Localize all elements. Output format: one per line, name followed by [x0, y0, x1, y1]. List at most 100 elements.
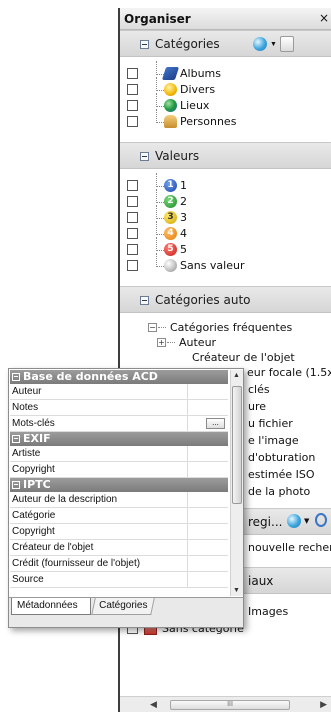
- auto-tree-label: de la photo: [248, 485, 311, 498]
- auto-categories-section-header[interactable]: Catégories auto: [120, 286, 331, 313]
- tree-line: [156, 237, 164, 251]
- close-icon[interactable]: ×: [319, 11, 329, 25]
- ellipsis-button[interactable]: ...: [206, 418, 225, 429]
- metadata-row[interactable]: Catégorie: [10, 508, 228, 524]
- no-rating-icon: [164, 259, 177, 272]
- rating-row-none[interactable]: Sans valeur: [120, 253, 331, 273]
- rating-label: Sans valeur: [180, 259, 245, 272]
- tab-metadonnees[interactable]: Métadonnées: [11, 598, 91, 615]
- collapse-icon[interactable]: [12, 373, 20, 381]
- metadata-key: Crédit (fournisseur de l'objet): [10, 556, 188, 572]
- auto-tree-item[interactable]: Créateur de l'objet: [120, 351, 331, 365]
- metadata-row[interactable]: Mots-clés ...: [10, 416, 228, 432]
- rating-checkbox[interactable]: [127, 212, 138, 223]
- rating-1-icon: 1: [164, 179, 177, 192]
- metadata-row[interactable]: Copyright: [10, 524, 228, 540]
- metadata-key: Source: [10, 572, 188, 588]
- category-checkbox[interactable]: [127, 100, 138, 111]
- category-row-personnes[interactable]: Personnes: [120, 109, 331, 129]
- collapse-icon[interactable]: [12, 481, 20, 489]
- metadata-key: Copyright: [10, 462, 188, 478]
- collapse-icon[interactable]: [140, 296, 149, 305]
- metadata-row[interactable]: Notes: [10, 400, 228, 416]
- tree-line: [156, 205, 164, 219]
- chevron-down-icon[interactable]: ▼: [304, 517, 309, 525]
- rating-checkbox[interactable]: [127, 196, 138, 207]
- category-row-divers[interactable]: Divers: [120, 77, 331, 97]
- auto-tree-label: Créateur de l'objet: [192, 351, 295, 364]
- metadata-row[interactable]: Copyright: [10, 462, 228, 478]
- rating-checkbox[interactable]: [127, 244, 138, 255]
- tree-line: [158, 327, 166, 328]
- tab-label: Métadonnées: [17, 600, 78, 611]
- collapse-icon[interactable]: [140, 40, 149, 49]
- rating-4-icon: 4: [164, 227, 177, 240]
- collapse-icon[interactable]: [12, 435, 20, 443]
- globe-icon: [253, 37, 267, 51]
- collapse-node-icon[interactable]: −: [148, 323, 157, 332]
- auto-tree-label: clés: [248, 383, 270, 396]
- expand-node-icon[interactable]: +: [157, 338, 166, 347]
- rating-label: 4: [180, 227, 187, 240]
- saved-searches-label: regi...: [248, 515, 283, 529]
- special-label: Images: [248, 605, 289, 618]
- rating-row-4[interactable]: 4 4: [120, 221, 331, 241]
- metadata-row[interactable]: Auteur: [10, 384, 228, 400]
- metadata-section-title: IPTC: [23, 478, 51, 491]
- scroll-up-icon[interactable]: ▲: [233, 372, 240, 379]
- metadata-section-header[interactable]: Base de données ACD: [10, 370, 228, 384]
- metadata-section-header[interactable]: IPTC: [10, 478, 228, 492]
- metadata-row[interactable]: Artiste: [10, 446, 228, 462]
- auto-tree-item[interactable]: + Auteur: [120, 336, 331, 350]
- metadata-row[interactable]: Crédit (fournisseur de l'objet): [10, 556, 228, 572]
- chevron-down-icon: ▼: [270, 41, 277, 48]
- auto-tree-label: eur focale (1.5x): [247, 366, 331, 379]
- metadata-key: Copyright: [10, 524, 188, 540]
- horizontal-scrollbar[interactable]: ◀ III ▶: [120, 696, 331, 712]
- organiser-title-bar: Organiser ×: [120, 8, 331, 30]
- special-section-label: iaux: [248, 574, 274, 588]
- scroll-down-icon[interactable]: ▼: [233, 587, 240, 594]
- rating-row-5[interactable]: 5 5: [120, 237, 331, 257]
- category-checkbox[interactable]: [127, 84, 138, 95]
- clipboard-icon[interactable]: [280, 36, 294, 52]
- categories-dropdown-button[interactable]: ▼: [251, 36, 277, 52]
- rating-checkbox[interactable]: [127, 180, 138, 191]
- tab-label: Catégories: [99, 600, 148, 611]
- metadata-row[interactable]: Source: [10, 572, 228, 588]
- vertical-scrollbar[interactable]: ▲ ▼: [230, 370, 243, 596]
- category-row-lieux[interactable]: Lieux: [120, 93, 331, 113]
- rating-checkbox[interactable]: [127, 260, 138, 271]
- scroll-right-icon[interactable]: ▶: [320, 699, 327, 710]
- rating-2-icon: 2: [164, 195, 177, 208]
- rating-row-2[interactable]: 2 2: [120, 189, 331, 209]
- category-checkbox[interactable]: [127, 68, 138, 79]
- metadata-key: Mots-clés: [10, 416, 188, 432]
- metadata-key: Notes: [10, 400, 188, 416]
- category-row-albums[interactable]: Albums: [120, 61, 331, 81]
- collapse-icon[interactable]: [140, 152, 149, 161]
- auto-tree-label: Catégories fréquentes: [170, 321, 293, 334]
- metadata-row[interactable]: Créateur de l'objet: [10, 540, 228, 556]
- rating-checkbox[interactable]: [127, 228, 138, 239]
- metadata-row[interactable]: Auteur de la description: [10, 492, 228, 508]
- rating-row-3[interactable]: 3 3: [120, 205, 331, 225]
- tree-line: [156, 61, 164, 75]
- rating-label: 1: [180, 179, 187, 192]
- valeurs-section-header[interactable]: Valeurs: [120, 142, 331, 169]
- categories-section-label: Catégories: [155, 37, 220, 51]
- scroll-left-icon[interactable]: ◀: [150, 699, 157, 710]
- search-icon[interactable]: [315, 513, 327, 527]
- metadata-section-header[interactable]: EXIF: [10, 432, 228, 446]
- tab-categories[interactable]: Catégories: [91, 598, 155, 615]
- tree-line: [156, 173, 164, 187]
- metadata-key: Auteur: [10, 384, 188, 400]
- globe-icon[interactable]: [287, 514, 301, 528]
- categories-section-header[interactable]: Catégories ▼: [120, 30, 331, 57]
- category-checkbox[interactable]: [127, 116, 138, 127]
- scroll-thumb[interactable]: [232, 386, 242, 504]
- rating-row-1[interactable]: 1 1: [120, 173, 331, 193]
- rating-3-icon: 3: [164, 211, 177, 224]
- auto-tree-item[interactable]: − Catégories fréquentes: [120, 321, 331, 335]
- scroll-thumb[interactable]: III: [170, 700, 290, 710]
